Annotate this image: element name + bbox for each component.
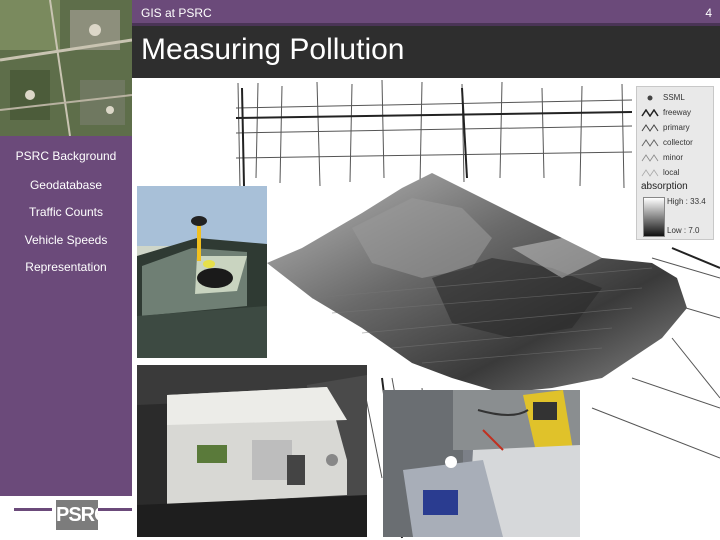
- sidebar-item-geodatabase[interactable]: Geodatabase: [0, 178, 132, 192]
- sidebar-item-vehicle-speeds[interactable]: Vehicle Speeds: [0, 233, 132, 247]
- legend-entry: collector: [663, 138, 693, 147]
- legend-entry: minor: [663, 153, 684, 162]
- sidebar-item-psrc-background[interactable]: PSRC Background: [0, 149, 132, 163]
- legend-absorption-title: absorption: [641, 181, 688, 192]
- handheld-device-photo: [383, 390, 580, 537]
- map-legend: SSML freeway primary collector minor loc…: [636, 86, 714, 240]
- sidebar-item-traffic-counts[interactable]: Traffic Counts: [0, 205, 132, 219]
- legend-low-label: Low : 7.0: [667, 226, 700, 235]
- gps-antenna-car-photo: [137, 186, 267, 358]
- legend-entry: local: [663, 168, 680, 177]
- psrc-logo: PSRC: [56, 500, 109, 530]
- legend-high-label: High : 33.4: [667, 197, 706, 206]
- logo-rule-right: [98, 508, 132, 511]
- top-bar: [132, 0, 720, 23]
- page-number: 4: [705, 6, 712, 20]
- sidebar-item-representation[interactable]: Representation: [0, 260, 132, 274]
- logo-rule-left: [14, 508, 52, 511]
- legend-gradient: [643, 197, 665, 237]
- pollution-monitor-photo: [137, 365, 367, 537]
- legend-entry: freeway: [663, 108, 692, 117]
- legend-entry: SSML: [663, 93, 685, 102]
- aerial-photo: [0, 0, 132, 136]
- slide-title: Measuring Pollution: [141, 33, 405, 66]
- legend-entry: primary: [663, 123, 690, 132]
- top-title: GIS at PSRC: [141, 6, 212, 20]
